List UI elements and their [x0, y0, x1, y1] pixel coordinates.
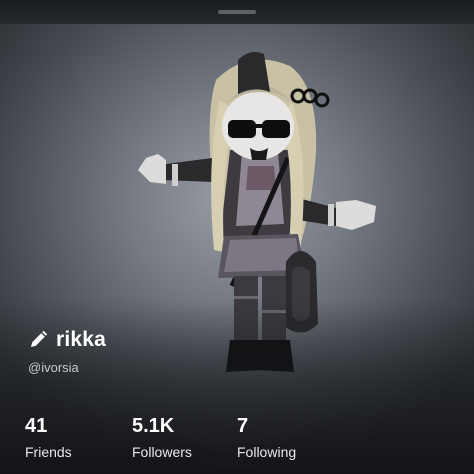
- profile-screen: rikka @ivorsia 41 Friends 5.1K Followers…: [0, 0, 474, 474]
- following-label: Following: [237, 444, 297, 460]
- drag-handle[interactable]: [218, 10, 256, 14]
- pencil-icon[interactable]: [28, 330, 48, 350]
- followers-label: Followers: [132, 444, 192, 460]
- followers-stat[interactable]: 5.1K Followers: [132, 414, 192, 462]
- following-count: 7: [237, 415, 249, 437]
- sheet-top-bar: [0, 0, 474, 24]
- username: @ivorsia: [28, 360, 79, 375]
- friends-stat[interactable]: 41 Friends: [25, 414, 72, 462]
- display-name-row[interactable]: rikka: [28, 326, 106, 354]
- followers-count: 5.1K: [132, 415, 175, 437]
- friends-count: 41: [25, 415, 48, 437]
- following-stat[interactable]: 7 Following: [237, 414, 296, 462]
- friends-label: Friends: [25, 444, 72, 460]
- display-name: rikka: [56, 328, 107, 351]
